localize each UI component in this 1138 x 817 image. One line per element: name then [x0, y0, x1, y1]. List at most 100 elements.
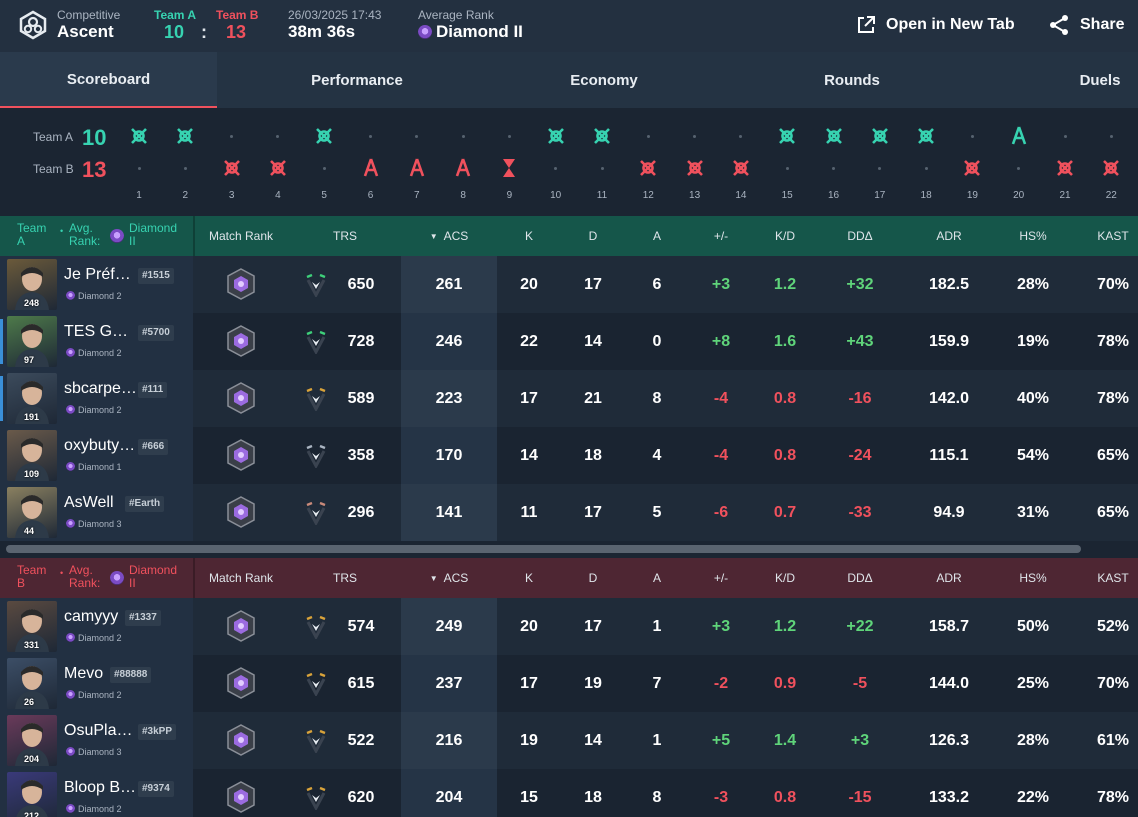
agent-avatar[interactable]: 44 [7, 487, 57, 538]
player-tag: #666 [138, 439, 169, 455]
column-header-hs-percent[interactable]: HS% [998, 216, 1068, 256]
player-tag: #88888 [110, 667, 152, 683]
round-number: 19 [966, 190, 978, 201]
elimination-win-icon[interactable] [960, 156, 984, 180]
match-rank-icon[interactable] [227, 382, 255, 414]
player-row[interactable]: 97 TES GE… #5700 Diamond 2 728 246 22 14 0 +8 1.6 +… [0, 313, 1138, 370]
elimination-win-icon[interactable] [775, 124, 799, 148]
column-header-assists[interactable]: A [622, 216, 692, 256]
column-header-acs[interactable]: ▼ ACS [414, 216, 484, 256]
elimination-win-icon[interactable] [173, 124, 197, 148]
match-rank-icon[interactable] [227, 439, 255, 471]
elimination-win-icon[interactable] [220, 156, 244, 180]
player-rank: Diamond 2 [66, 348, 122, 358]
column-header-acs[interactable]: ▼ ACS [414, 558, 484, 598]
column-header-label: +/- [713, 571, 729, 585]
elimination-win-icon[interactable] [266, 156, 290, 180]
player-name[interactable]: TES GE… [64, 323, 138, 341]
elimination-win-icon[interactable] [914, 124, 938, 148]
column-header-kills[interactable]: K [494, 558, 564, 598]
stat-kills: 22 [520, 332, 538, 350]
match-rank-icon[interactable] [227, 667, 255, 699]
column-header-label: ACS [443, 229, 469, 243]
column-header-adr[interactable]: ADR [914, 216, 984, 256]
column-header-assists[interactable]: A [622, 558, 692, 598]
tab-rounds[interactable]: Rounds [752, 52, 952, 108]
spike-win-icon[interactable] [405, 156, 429, 180]
agent-avatar[interactable]: 248 [7, 259, 57, 310]
column-header-dd-delta[interactable]: DDΔ [825, 216, 895, 256]
match-rank-icon[interactable] [227, 325, 255, 357]
player-row[interactable]: 191 sbcarpe… #111 Diamond 2 589 223 17 21 8 -4 0.8… [0, 370, 1138, 427]
agent-avatar[interactable]: 191 [7, 373, 57, 424]
player-name[interactable]: Bloop B… [64, 779, 138, 797]
player-name[interactable]: OsuPla… [64, 722, 138, 740]
column-header-plus-minus[interactable]: +/- [686, 558, 756, 598]
tab-economy[interactable]: Economy [504, 52, 704, 108]
player-row[interactable]: 248 Je Préf… #1515 Diamond 2 650 261 20 17 6 +3 1.… [0, 256, 1138, 313]
match-rank-icon[interactable] [227, 496, 255, 528]
agent-avatar[interactable]: 26 [7, 658, 57, 709]
column-header-adr[interactable]: ADR [914, 558, 984, 598]
elimination-win-icon[interactable] [312, 124, 336, 148]
agent-avatar[interactable]: 109 [7, 430, 57, 481]
agent-avatar[interactable]: 212 [7, 772, 57, 817]
timer-win-icon[interactable] [497, 156, 521, 180]
app-logo-icon[interactable] [18, 10, 48, 40]
player-row[interactable]: 331 camyyy #1337 Diamond 2 574 249 20 17 1 +3 1.2 +… [0, 598, 1138, 655]
column-header-hs-percent[interactable]: HS% [998, 558, 1068, 598]
agent-avatar[interactable]: 204 [7, 715, 57, 766]
elimination-win-icon[interactable] [822, 124, 846, 148]
elimination-win-icon[interactable] [868, 124, 892, 148]
player-row[interactable]: 204 OsuPla… #3kPP Diamond 3 522 216 19 14 1 +5 1.4… [0, 712, 1138, 769]
player-row[interactable]: 109 oxybutyr… #666 Diamond 1 358 170 14 18 4 -4 0.… [0, 427, 1138, 484]
column-header-trs[interactable]: TRS [310, 216, 380, 256]
player-row[interactable]: 26 Mevo #88888 Diamond 2 615 237 17 19 7 -2 0.9 -5 1… [0, 655, 1138, 712]
column-header-label: DDΔ [847, 229, 873, 243]
column-header-match-rank[interactable]: Match Rank [191, 558, 291, 598]
open-new-tab-button[interactable]: Open in New Tab [856, 12, 1015, 38]
column-header-kd[interactable]: K/D [750, 216, 820, 256]
player-row[interactable]: 44 AsWell #Earth Diamond 3 296 141 11 17 5 -6 0.7-… [0, 484, 1138, 541]
elimination-win-icon[interactable] [1053, 156, 1077, 180]
column-header-kast[interactable]: KAST [1078, 216, 1138, 256]
column-header-dd-delta[interactable]: DDΔ [825, 558, 895, 598]
share-button[interactable]: Share [1048, 12, 1124, 38]
column-header-match-rank[interactable]: Match Rank [191, 216, 291, 256]
player-name[interactable]: sbcarpe… [64, 380, 138, 398]
match-rank-icon[interactable] [227, 610, 255, 642]
stat-deaths: 17 [584, 617, 602, 635]
agent-avatar[interactable]: 331 [7, 601, 57, 652]
player-name[interactable]: oxybutyr… [64, 437, 138, 455]
spike-win-icon[interactable] [359, 156, 383, 180]
match-rank-icon[interactable] [227, 724, 255, 756]
elimination-win-icon[interactable] [590, 124, 614, 148]
tab-scoreboard[interactable]: Scoreboard [0, 52, 217, 108]
column-header-deaths[interactable]: D [558, 216, 628, 256]
scrollbar-thumb[interactable] [6, 545, 1081, 553]
tab-duels[interactable]: Duels [1060, 52, 1138, 108]
match-rank-icon[interactable] [227, 268, 255, 300]
player-row[interactable]: 212 Bloop B… #9374 Diamond 2 620 204 15 18 8 -3 0.… [0, 769, 1138, 817]
elimination-win-icon[interactable] [683, 156, 707, 180]
column-header-deaths[interactable]: D [558, 558, 628, 598]
column-header-plus-minus[interactable]: +/- [686, 216, 756, 256]
elimination-win-icon[interactable] [127, 124, 151, 148]
player-name[interactable]: Je Préf… [64, 266, 138, 284]
column-header-trs[interactable]: TRS [310, 558, 380, 598]
column-header-kast[interactable]: KAST [1078, 558, 1138, 598]
elimination-win-icon[interactable] [1099, 156, 1123, 180]
account-level: 212 [24, 811, 40, 817]
player-tag: #3kPP [138, 724, 177, 740]
stat-adr: 182.5 [928, 275, 970, 293]
agent-avatar[interactable]: 97 [7, 316, 57, 367]
tab-performance[interactable]: Performance [257, 52, 457, 108]
column-header-kd[interactable]: K/D [750, 558, 820, 598]
elimination-win-icon[interactable] [544, 124, 568, 148]
spike-win-icon[interactable] [451, 156, 475, 180]
match-rank-icon[interactable] [227, 781, 255, 813]
spike-win-icon[interactable] [1007, 124, 1031, 148]
elimination-win-icon[interactable] [636, 156, 660, 180]
elimination-win-icon[interactable] [729, 156, 753, 180]
column-header-kills[interactable]: K [494, 216, 564, 256]
